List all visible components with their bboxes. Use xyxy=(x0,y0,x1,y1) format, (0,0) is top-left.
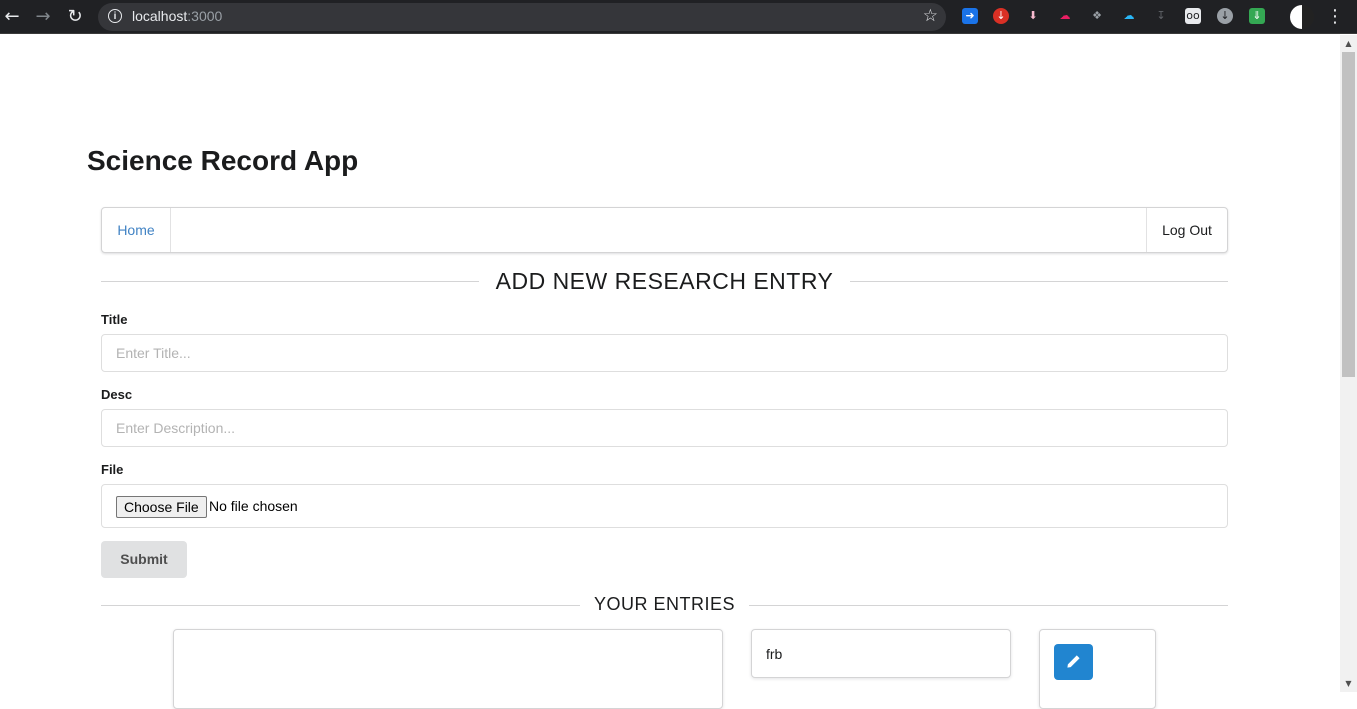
cloud-upload-icon[interactable]: ☁ xyxy=(1057,8,1073,24)
scroll-down-icon[interactable]: ▼ xyxy=(1340,675,1357,692)
page-scrollbar[interactable]: ▲ ▼ xyxy=(1340,35,1357,692)
menu-item-home[interactable]: Home xyxy=(102,208,171,252)
entries-heading-divider: YOUR ENTRIES xyxy=(101,590,1228,620)
edit-button[interactable] xyxy=(1054,644,1093,680)
pencil-icon xyxy=(1067,655,1080,668)
site-info-icon[interactable]: i xyxy=(108,9,122,23)
address-bar[interactable]: i localhost:3000 ☆ xyxy=(98,3,946,31)
scrollbar-thumb[interactable] xyxy=(1342,52,1355,377)
file-status: No file chosen xyxy=(209,498,298,514)
file-label: File xyxy=(101,462,124,477)
desc-input[interactable] xyxy=(101,409,1228,447)
download-icon[interactable]: ↧ xyxy=(1153,8,1169,24)
entry-actions-card xyxy=(1039,629,1156,709)
file-input[interactable]: Choose File No file chosen xyxy=(101,484,1228,528)
title-label: Title xyxy=(101,312,128,327)
forward-icon[interactable]: → xyxy=(31,5,55,29)
screencast-icon[interactable]: oo xyxy=(1185,8,1201,24)
docs-extension-icon[interactable]: ➜ xyxy=(962,8,978,24)
browser-toolbar: ← → ↻ i localhost:3000 ☆ ➜ ↓ ⬇ ☁ ❖ ☁ ↧ o… xyxy=(0,0,1357,34)
pocket-icon[interactable]: ↓ xyxy=(993,8,1009,24)
url-text: localhost:3000 xyxy=(132,8,223,24)
download-arrow-icon[interactable]: ⬇ xyxy=(1025,8,1041,24)
form-heading-divider: ADD NEW RESEARCH ENTRY xyxy=(101,266,1228,296)
cloud-icon[interactable]: ☁ xyxy=(1121,8,1137,24)
profile-avatar[interactable] xyxy=(1290,5,1314,29)
chevron-green-icon[interactable]: ⇓ xyxy=(1249,8,1265,24)
bookmark-star-icon[interactable]: ☆ xyxy=(923,6,938,26)
desc-label: Desc xyxy=(101,387,133,402)
menu-item-logout[interactable]: Log Out xyxy=(1146,208,1227,252)
entry-preview-card xyxy=(173,629,723,709)
scroll-up-icon[interactable]: ▲ xyxy=(1340,35,1357,52)
entry-title-card: frb xyxy=(751,629,1011,678)
entry-title: frb xyxy=(766,646,783,662)
title-input[interactable] xyxy=(101,334,1228,372)
browser-menu-icon[interactable]: ⋮ xyxy=(1326,5,1344,29)
choose-file-button[interactable]: Choose File xyxy=(116,496,207,518)
dropbox-icon[interactable]: ❖ xyxy=(1089,8,1105,24)
top-menu: Home Log Out xyxy=(101,207,1228,253)
app-title: Science Record App xyxy=(87,145,359,176)
back-icon[interactable]: ← xyxy=(0,5,24,29)
entries-heading: YOUR ENTRIES xyxy=(579,594,750,614)
reload-icon[interactable]: ↻ xyxy=(63,5,87,29)
submit-button[interactable]: Submit xyxy=(101,541,187,578)
form-heading: ADD NEW RESEARCH ENTRY xyxy=(481,268,848,294)
download-circle-icon[interactable]: ↓ xyxy=(1217,8,1233,24)
